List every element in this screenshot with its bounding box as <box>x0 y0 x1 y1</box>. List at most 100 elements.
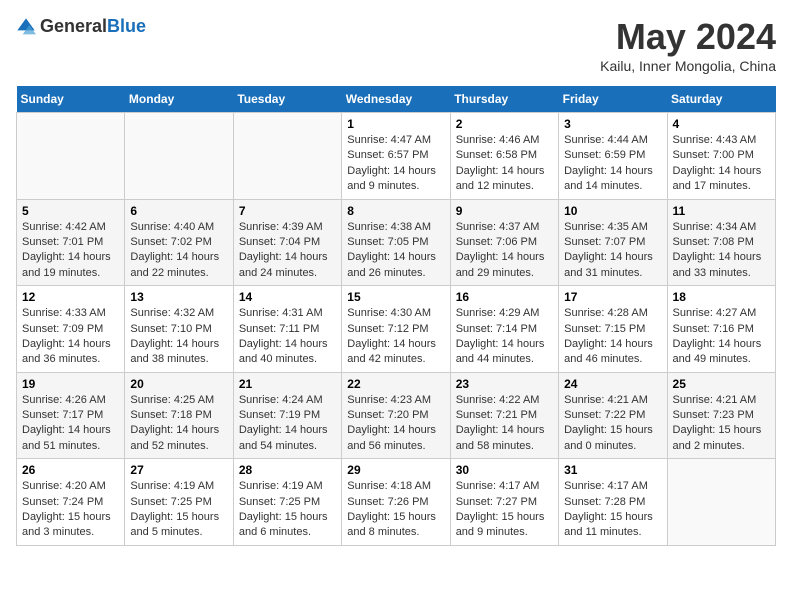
day-info: Sunrise: 4:44 AMSunset: 6:59 PMDaylight:… <box>564 133 661 195</box>
calendar-cell: 6Sunrise: 4:40 AMSunset: 7:02 PMDaylight… <box>125 199 233 286</box>
day-info: Sunrise: 4:22 AMSunset: 7:21 PMDaylight:… <box>456 393 553 455</box>
page-header: GeneralBlue May 2024 Kailu, Inner Mongol… <box>16 16 776 74</box>
week-row-5: 26Sunrise: 4:20 AMSunset: 7:24 PMDayligh… <box>17 459 776 546</box>
day-number: 12 <box>22 290 119 304</box>
day-info: Sunrise: 4:19 AMSunset: 7:25 PMDaylight:… <box>239 479 336 541</box>
day-info: Sunrise: 4:28 AMSunset: 7:15 PMDaylight:… <box>564 306 661 368</box>
day-info: Sunrise: 4:21 AMSunset: 7:22 PMDaylight:… <box>564 393 661 455</box>
calendar-cell <box>125 113 233 200</box>
week-row-4: 19 Sunrise: 4:26 AMSunset: 7:17 PMDayligh… <box>17 372 776 459</box>
day-info: Sunrise: 4:37 AMSunset: 7:06 PMDaylight:… <box>456 220 553 282</box>
day-info: Sunrise: 4:40 AMSunset: 7:02 PMDaylight:… <box>130 220 227 282</box>
calendar-cell: 23 Sunrise: 4:22 AMSunset: 7:21 PMDayligh… <box>450 372 558 459</box>
calendar-cell: 20 Sunrise: 4:25 AMSunset: 7:18 PMDayligh… <box>125 372 233 459</box>
weekday-header-saturday: Saturday <box>667 86 775 113</box>
day-number: 19 <box>22 377 119 391</box>
day-number: 27 <box>130 463 227 477</box>
logo-blue: Blue <box>107 16 146 36</box>
day-number: 18 <box>673 290 770 304</box>
day-number: 1 <box>347 117 444 131</box>
day-number: 22 <box>347 377 444 391</box>
calendar-cell: 29 Sunrise: 4:18 AMSunset: 7:26 PMDayligh… <box>342 459 450 546</box>
day-number: 23 <box>456 377 553 391</box>
calendar-cell: 28 Sunrise: 4:19 AMSunset: 7:25 PMDayligh… <box>233 459 341 546</box>
day-number: 28 <box>239 463 336 477</box>
calendar-cell: 4Sunrise: 4:43 AMSunset: 7:00 PMDaylight… <box>667 113 775 200</box>
weekday-header-friday: Friday <box>559 86 667 113</box>
calendar-cell: 11Sunrise: 4:34 AMSunset: 7:08 PMDayligh… <box>667 199 775 286</box>
day-info: Sunrise: 4:23 AMSunset: 7:20 PMDaylight:… <box>347 393 444 455</box>
day-number: 10 <box>564 204 661 218</box>
calendar-cell: 2 Sunrise: 4:46 AMSunset: 6:58 PMDaylight… <box>450 113 558 200</box>
calendar-cell: 1 Sunrise: 4:47 AMSunset: 6:57 PMDaylight… <box>342 113 450 200</box>
weekday-header-tuesday: Tuesday <box>233 86 341 113</box>
week-row-2: 5 Sunrise: 4:42 AMSunset: 7:01 PMDaylight… <box>17 199 776 286</box>
day-info: Sunrise: 4:34 AMSunset: 7:08 PMDaylight:… <box>673 220 770 282</box>
weekday-header-monday: Monday <box>125 86 233 113</box>
calendar-cell: 7 Sunrise: 4:39 AMSunset: 7:04 PMDaylight… <box>233 199 341 286</box>
day-number: 24 <box>564 377 661 391</box>
day-number: 13 <box>130 290 227 304</box>
day-number: 16 <box>456 290 553 304</box>
day-info: Sunrise: 4:32 AMSunset: 7:10 PMDaylight:… <box>130 306 227 368</box>
logo-general: General <box>40 16 107 36</box>
calendar-cell: 27Sunrise: 4:19 AMSunset: 7:25 PMDayligh… <box>125 459 233 546</box>
day-info: Sunrise: 4:38 AMSunset: 7:05 PMDaylight:… <box>347 220 444 282</box>
calendar-cell: 26Sunrise: 4:20 AMSunset: 7:24 PMDayligh… <box>17 459 125 546</box>
calendar-cell: 9Sunrise: 4:37 AMSunset: 7:06 PMDaylight… <box>450 199 558 286</box>
day-info: Sunrise: 4:25 AMSunset: 7:18 PMDaylight:… <box>130 393 227 455</box>
day-info: Sunrise: 4:17 AMSunset: 7:28 PMDaylight:… <box>564 479 661 541</box>
calendar-cell: 18 Sunrise: 4:27 AMSunset: 7:16 PMDayligh… <box>667 286 775 373</box>
day-info: Sunrise: 4:24 AMSunset: 7:19 PMDaylight:… <box>239 393 336 455</box>
day-number: 21 <box>239 377 336 391</box>
day-info: Sunrise: 4:21 AMSunset: 7:23 PMDaylight:… <box>673 393 770 455</box>
day-number: 5 <box>22 204 119 218</box>
day-info: Sunrise: 4:18 AMSunset: 7:26 PMDaylight:… <box>347 479 444 541</box>
day-info: Sunrise: 4:27 AMSunset: 7:16 PMDaylight:… <box>673 306 770 368</box>
calendar-cell: 16 Sunrise: 4:29 AMSunset: 7:14 PMDayligh… <box>450 286 558 373</box>
calendar-cell: 17 Sunrise: 4:28 AMSunset: 7:15 PMDayligh… <box>559 286 667 373</box>
weekday-header-sunday: Sunday <box>17 86 125 113</box>
calendar-cell: 19 Sunrise: 4:26 AMSunset: 7:17 PMDayligh… <box>17 372 125 459</box>
day-info: Sunrise: 4:17 AMSunset: 7:27 PMDaylight:… <box>456 479 553 541</box>
calendar-cell <box>667 459 775 546</box>
calendar-cell: 12 Sunrise: 4:33 AMSunset: 7:09 PMDayligh… <box>17 286 125 373</box>
day-info: Sunrise: 4:46 AMSunset: 6:58 PMDaylight:… <box>456 133 553 195</box>
day-number: 17 <box>564 290 661 304</box>
day-number: 29 <box>347 463 444 477</box>
day-info: Sunrise: 4:39 AMSunset: 7:04 PMDaylight:… <box>239 220 336 282</box>
title-area: May 2024 Kailu, Inner Mongolia, China <box>600 16 776 74</box>
calendar-cell: 30 Sunrise: 4:17 AMSunset: 7:27 PMDayligh… <box>450 459 558 546</box>
calendar-cell: 5 Sunrise: 4:42 AMSunset: 7:01 PMDaylight… <box>17 199 125 286</box>
calendar-cell: 15Sunrise: 4:30 AMSunset: 7:12 PMDayligh… <box>342 286 450 373</box>
calendar-cell: 25 Sunrise: 4:21 AMSunset: 7:23 PMDayligh… <box>667 372 775 459</box>
day-info: Sunrise: 4:35 AMSunset: 7:07 PMDaylight:… <box>564 220 661 282</box>
day-number: 30 <box>456 463 553 477</box>
logo-icon <box>16 17 36 37</box>
calendar-cell: 13 Sunrise: 4:32 AMSunset: 7:10 PMDayligh… <box>125 286 233 373</box>
month-title: May 2024 <box>600 16 776 58</box>
calendar-cell: 8 Sunrise: 4:38 AMSunset: 7:05 PMDaylight… <box>342 199 450 286</box>
day-number: 2 <box>456 117 553 131</box>
calendar-cell: 31 Sunrise: 4:17 AMSunset: 7:28 PMDayligh… <box>559 459 667 546</box>
calendar-cell: 14Sunrise: 4:31 AMSunset: 7:11 PMDayligh… <box>233 286 341 373</box>
day-number: 14 <box>239 290 336 304</box>
day-info: Sunrise: 4:20 AMSunset: 7:24 PMDaylight:… <box>22 479 119 541</box>
day-info: Sunrise: 4:47 AMSunset: 6:57 PMDaylight:… <box>347 133 444 195</box>
calendar-cell: 21 Sunrise: 4:24 AMSunset: 7:19 PMDayligh… <box>233 372 341 459</box>
day-info: Sunrise: 4:33 AMSunset: 7:09 PMDaylight:… <box>22 306 119 368</box>
day-info: Sunrise: 4:42 AMSunset: 7:01 PMDaylight:… <box>22 220 119 282</box>
week-row-1: 1 Sunrise: 4:47 AMSunset: 6:57 PMDaylight… <box>17 113 776 200</box>
day-number: 31 <box>564 463 661 477</box>
day-info: Sunrise: 4:26 AMSunset: 7:17 PMDaylight:… <box>22 393 119 455</box>
weekday-header-wednesday: Wednesday <box>342 86 450 113</box>
location-title: Kailu, Inner Mongolia, China <box>600 58 776 74</box>
day-number: 8 <box>347 204 444 218</box>
day-number: 20 <box>130 377 227 391</box>
day-info: Sunrise: 4:29 AMSunset: 7:14 PMDaylight:… <box>456 306 553 368</box>
day-number: 7 <box>239 204 336 218</box>
day-number: 25 <box>673 377 770 391</box>
weekday-header-thursday: Thursday <box>450 86 558 113</box>
calendar-cell <box>233 113 341 200</box>
day-number: 15 <box>347 290 444 304</box>
